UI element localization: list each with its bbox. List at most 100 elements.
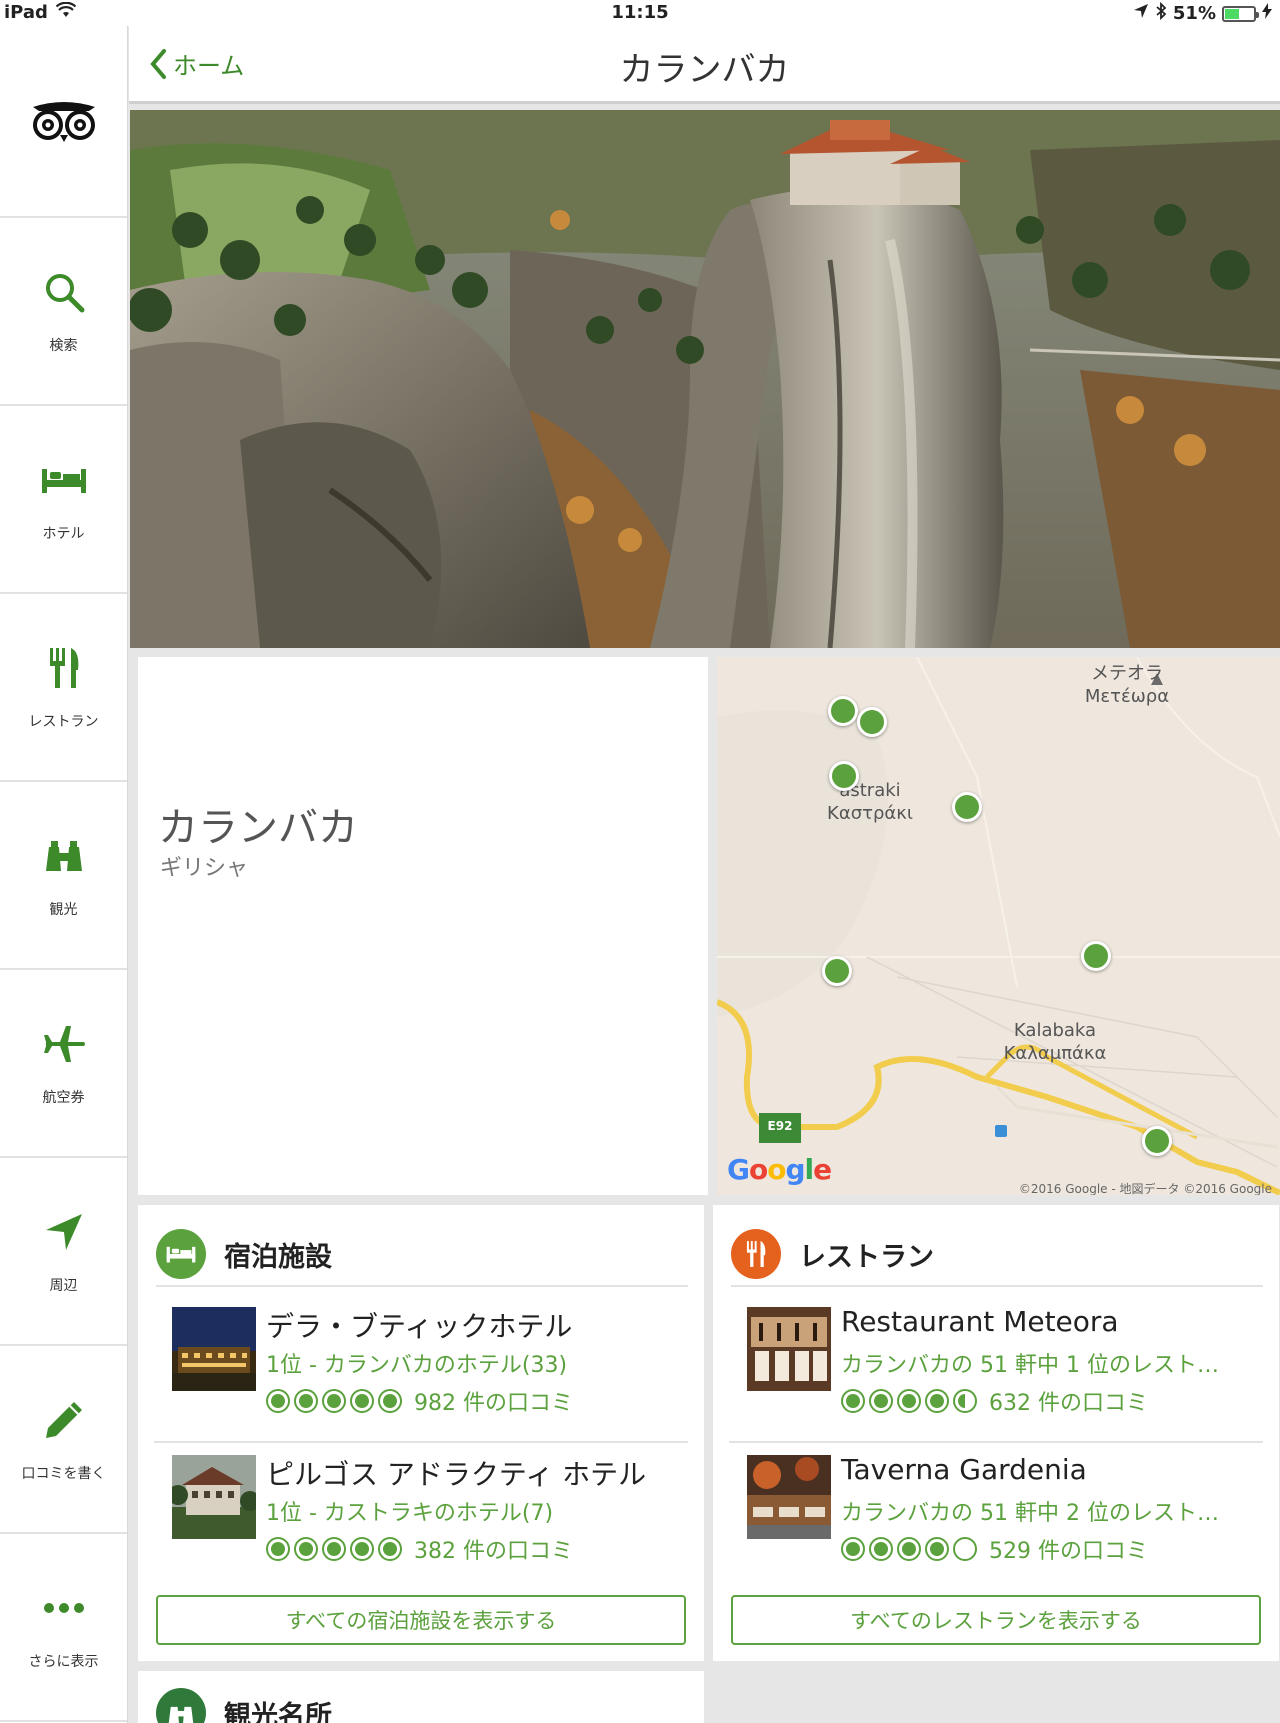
location-arrow-icon [39,1207,89,1257]
rating-bubble [925,1537,949,1561]
map-label-meteora-ja: メテオラ [1091,663,1163,684]
rating-bubble-half [953,1389,977,1413]
map-label-kalabaka-en: Kalabaka [1013,1020,1097,1041]
rating-bubble [841,1537,865,1561]
map-label-kalabaka: Kalabaka Καλαμπάκα [995,1020,1115,1065]
rating-bubble [266,1537,290,1561]
page-title: カランバカ [619,50,790,90]
binoculars-icon [39,831,89,881]
map-label-meteora: メテオラ Μετέωρα [1057,663,1197,708]
list-item[interactable]: ピルゴス アドラクティ ホテル 1位 - カストラキのホテル(7) 382 件の… [154,1445,688,1591]
sidebar-item-label: 観光 [49,902,78,918]
battery-fill [1225,8,1239,19]
attractions-title: 観光名所 [224,1700,332,1723]
restaurant-thumbnail [747,1455,831,1539]
rating-bubble [841,1389,865,1413]
rating-bubble [897,1389,921,1413]
sidebar-item-search[interactable]: 検索 [0,218,127,406]
map-label-meteora-gr: Μετέωρα [1084,685,1170,707]
list-item[interactable]: デラ・ブティックホテル 1位 - カランバカのホテル(33) 982 件の口コミ [154,1297,688,1443]
airplane-icon [39,1019,89,1069]
hotel-name: ピルゴス アドラクティ ホテル [266,1458,647,1491]
lodging-header[interactable]: 宿泊施設 [156,1223,688,1287]
binoculars-icon [156,1688,206,1723]
sidebar-item-label: 口コミを書く [21,1466,106,1482]
more-icon [39,1583,89,1633]
list-item[interactable]: Taverna Gardenia カランバカの 51 軒中 2 位のレスト… 5… [729,1445,1263,1591]
rating-bubble [294,1537,318,1561]
sidebar-item-label: さらに表示 [28,1654,99,1670]
attractions-card: 観光名所 [138,1671,704,1723]
restaurant-thumbnail [747,1307,831,1391]
sidebar-item-restaurants[interactable]: レストラン [0,594,127,782]
location-arrow-icon [1133,3,1149,24]
rating-bubbles: 632 件の口コミ [841,1385,1148,1417]
hotel-name: デラ・ブティックホテル [266,1310,573,1343]
pencil-icon [39,1395,89,1445]
restaurant-rank: カランバカの 51 軒中 2 位のレスト… [841,1501,1219,1526]
sidebar-item-flights[interactable]: 航空券 [0,970,127,1158]
rating-bubble-empty [953,1537,977,1561]
map-pin[interactable] [1081,941,1111,971]
map-pin[interactable] [822,956,852,986]
map-label-kastraki-gr: Καστράκι [827,802,913,824]
tripadvisor-owl-icon[interactable] [0,26,127,218]
map-pin[interactable] [829,761,859,791]
place-country: ギリシャ [160,856,249,881]
map-label-kalabaka-gr: Καλαμπάκα [1003,1042,1107,1064]
battery-percent: 51% [1172,3,1216,24]
sidebar-item-nearby[interactable]: 周辺 [0,1158,127,1346]
show-all-restaurants-button[interactable]: すべてのレストランを表示する [731,1595,1261,1645]
show-all-lodging-button[interactable]: すべての宿泊施設を表示する [156,1595,686,1645]
restaurants-header[interactable]: レストラン [731,1223,1263,1287]
lodging-card: 宿泊施設 デラ・ブティックホテル 1位 - カランバカのホテル(33) 982 … [138,1205,704,1661]
map-label-kastraki: astraki Καστράκι [815,780,925,825]
map-pin[interactable] [1142,1126,1172,1156]
sidebar-item-hotels[interactable]: ホテル [0,406,127,594]
rating-bubble [897,1537,921,1561]
rating-bubble [925,1389,949,1413]
rating-bubble [350,1537,374,1561]
sidebar-item-label: ホテル [42,526,85,542]
restaurants-title: レストラン [799,1241,934,1273]
sidebar-item-label: レストラン [28,714,99,730]
status-right: 51% [1133,1,1272,25]
rating-bubbles: 382 件の口コミ [266,1533,573,1565]
restaurant-name: Taverna Gardenia [841,1453,1087,1486]
review-count: 529 件の口コミ [989,1539,1148,1564]
rating-bubbles: 529 件の口コミ [841,1533,1148,1565]
search-icon [39,267,89,317]
app-screen: iPad 11:15 51% 検索 ホテル レストラン 観光 航空券 周辺 口コ… [0,0,1280,1723]
hotel-thumbnail [172,1455,256,1539]
attractions-header[interactable]: 観光名所 [156,1681,688,1723]
road-sign-e92: E92 [767,1119,793,1133]
rating-bubble [294,1389,318,1413]
sidebar-item-more[interactable]: さらに表示 [0,1534,127,1722]
rating-bubbles: 982 件の口コミ [266,1385,573,1417]
place-name: カランバカ [158,805,358,851]
sidebar-item-sightseeing[interactable]: 観光 [0,782,127,970]
sidebar-item-label: 航空券 [42,1090,85,1106]
bed-icon [39,455,89,505]
bed-icon [156,1229,206,1279]
map-pin[interactable] [952,792,982,822]
rating-bubble [869,1389,893,1413]
google-logo: Google [727,1153,832,1186]
review-count: 382 件の口コミ [414,1539,573,1564]
sidebar-item-label: 周辺 [49,1278,78,1294]
map-pin[interactable] [828,696,858,726]
fork-knife-icon [731,1229,781,1279]
rating-bubble [350,1389,374,1413]
status-time: 11:15 [611,2,669,23]
review-count: 982 件の口コミ [414,1391,573,1416]
status-bar: iPad 11:15 51% [0,0,1280,26]
map-pin[interactable] [857,707,887,737]
hotel-thumbnail [172,1307,256,1391]
review-count: 632 件の口コミ [989,1391,1148,1416]
map-view[interactable]: メテオラ Μετέωρα astraki Καστράκι Kalabaka Κ… [717,657,1280,1195]
hero-photo[interactable] [130,110,1280,648]
rating-bubble [322,1537,346,1561]
sidebar: 検索 ホテル レストラン 観光 航空券 周辺 口コミを書く さらに表示 [0,26,128,1723]
sidebar-item-write-review[interactable]: 口コミを書く [0,1346,127,1534]
list-item[interactable]: Restaurant Meteora カランバカの 51 軒中 1 位のレスト…… [729,1297,1263,1443]
